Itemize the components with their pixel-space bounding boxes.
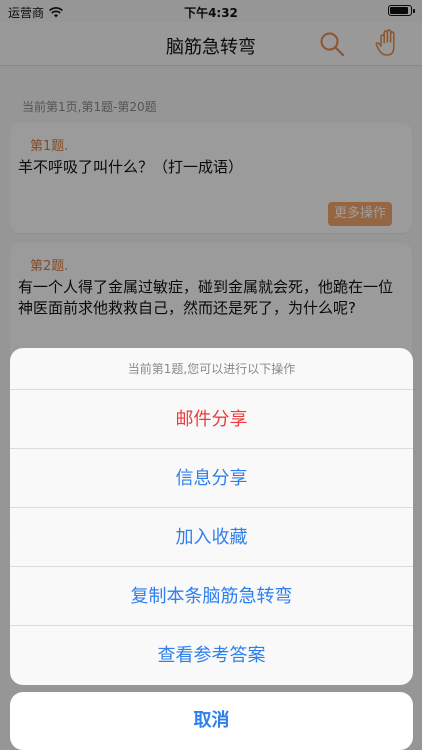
action-sheet: 当前第1题,您可以进行以下操作 邮件分享 信息分享 加入收藏 复制本条脑筋急转弯… xyxy=(10,348,413,685)
add-favorite-button[interactable]: 加入收藏 xyxy=(10,508,413,567)
message-share-button[interactable]: 信息分享 xyxy=(10,449,413,508)
email-share-button[interactable]: 邮件分享 xyxy=(10,390,413,449)
copy-riddle-button[interactable]: 复制本条脑筋急转弯 xyxy=(10,567,413,626)
action-sheet-header: 当前第1题,您可以进行以下操作 xyxy=(10,348,413,390)
view-answer-button[interactable]: 查看参考答案 xyxy=(10,626,413,685)
cancel-button[interactable]: 取消 xyxy=(10,692,413,750)
